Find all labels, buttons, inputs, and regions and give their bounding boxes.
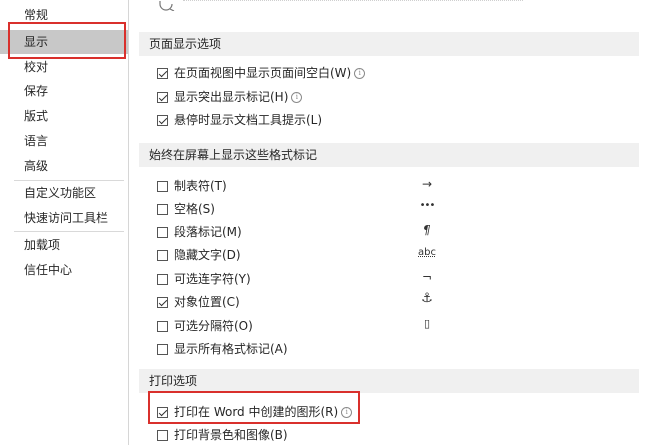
checkbox-unchecked[interactable] bbox=[157, 181, 168, 192]
option-object-anchors[interactable]: 对象位置(C) bbox=[157, 293, 240, 311]
option-label: 可选连字符(Y) bbox=[174, 272, 251, 286]
sidebar-item-label: 加载项 bbox=[24, 238, 61, 252]
sidebar-item-language[interactable]: 语言 bbox=[0, 129, 128, 153]
checkbox-checked[interactable] bbox=[157, 68, 168, 79]
sidebar-item-label: 常规 bbox=[24, 8, 49, 22]
info-icon[interactable]: i bbox=[291, 92, 303, 103]
sidebar-item-save[interactable]: 保存 bbox=[0, 79, 128, 103]
section-header-formatting-marks: 始终在屏幕上显示这些格式标记 bbox=[139, 143, 650, 167]
section-header-print: 打印选项 bbox=[139, 369, 650, 393]
section-header-page-display: 页面显示选项 bbox=[139, 32, 650, 56]
checkbox-checked[interactable] bbox=[157, 92, 168, 103]
section-title: 页面显示选项 bbox=[149, 37, 222, 51]
section-title: 打印选项 bbox=[149, 374, 198, 388]
clipped-row-residue bbox=[182, 0, 523, 4]
checkbox-unchecked[interactable] bbox=[157, 344, 168, 355]
option-spaces[interactable]: 空格(S) bbox=[157, 200, 215, 218]
option-label: 显示突出显示标记(H) bbox=[174, 90, 289, 104]
option-show-highlighter-marks[interactable]: 显示突出显示标记(H) i bbox=[157, 88, 303, 106]
option-paragraph-marks[interactable]: 段落标记(M) bbox=[157, 223, 242, 241]
sidebar-item-advanced[interactable]: 高级 bbox=[0, 154, 128, 178]
sidebar-item-customize-ribbon[interactable]: 自定义功能区 bbox=[0, 181, 128, 205]
option-show-whitespace[interactable]: 在页面视图中显示页面间空白(W) i bbox=[157, 64, 366, 82]
option-optional-hyphens[interactable]: 可选连字符(Y) bbox=[157, 270, 251, 288]
option-label: 打印背景色和图像(B) bbox=[174, 428, 288, 442]
options-main-panel: 页面显示选项 在页面视图中显示页面间空白(W) i 显示突出显示标记(H) i 悬停… bbox=[129, 0, 650, 445]
sidebar-item-label: 信任中心 bbox=[24, 263, 73, 277]
checkbox-unchecked[interactable] bbox=[157, 227, 168, 238]
highlight-box-print-drawings bbox=[148, 391, 360, 424]
sidebar-item-label: 校对 bbox=[24, 60, 49, 74]
checkbox-unchecked[interactable] bbox=[157, 430, 168, 441]
paragraph-mark-icon: ¶ bbox=[423, 223, 431, 237]
option-hidden-text[interactable]: 隐藏文字(D) bbox=[157, 246, 241, 264]
checkbox-unchecked[interactable] bbox=[157, 250, 168, 261]
option-label: 显示所有格式标记(A) bbox=[174, 342, 288, 356]
sidebar-item-label: 自定义功能区 bbox=[24, 186, 97, 200]
option-label: 制表符(T) bbox=[174, 179, 227, 193]
checkbox-unchecked[interactable] bbox=[157, 321, 168, 332]
section-title: 始终在屏幕上显示这些格式标记 bbox=[149, 148, 318, 162]
option-label: 段落标记(M) bbox=[174, 225, 242, 239]
scroll-track[interactable] bbox=[639, 0, 650, 445]
sidebar-item-layout[interactable]: 版式 bbox=[0, 104, 128, 128]
anchor-icon: ⚓ bbox=[421, 291, 433, 306]
checkbox-checked[interactable] bbox=[157, 297, 168, 308]
magnifier-icon bbox=[159, 1, 175, 12]
highlight-box-display bbox=[8, 22, 126, 59]
option-label: 空格(S) bbox=[174, 202, 215, 216]
sidebar-divider bbox=[14, 231, 124, 232]
top-option-row-partial bbox=[159, 0, 539, 12]
tab-arrow-icon: → bbox=[421, 177, 433, 191]
option-label: 悬停时显示文档工具提示(L) bbox=[174, 113, 323, 127]
option-label: 在页面视图中显示页面间空白(W) bbox=[174, 66, 352, 80]
sidebar-item-label: 语言 bbox=[24, 134, 49, 148]
option-optional-breaks[interactable]: 可选分隔符(O) bbox=[157, 317, 253, 335]
info-icon[interactable]: i bbox=[354, 68, 366, 79]
sidebar-item-label: 保存 bbox=[24, 84, 49, 98]
optional-break-icon: ▯ bbox=[423, 317, 431, 330]
option-label: 隐藏文字(D) bbox=[174, 248, 241, 262]
sidebar-item-trust-center[interactable]: 信任中心 bbox=[0, 258, 128, 282]
space-dots-icon: ••• bbox=[419, 200, 436, 211]
option-tab-characters[interactable]: 制表符(T) bbox=[157, 177, 227, 195]
option-show-all-formatting-marks[interactable]: 显示所有格式标记(A) bbox=[157, 340, 288, 358]
option-show-document-tooltips[interactable]: 悬停时显示文档工具提示(L) bbox=[157, 111, 322, 129]
checkbox-unchecked[interactable] bbox=[157, 274, 168, 285]
sidebar-item-add-ins[interactable]: 加载项 bbox=[0, 233, 128, 257]
sidebar-item-label: 快速访问工具栏 bbox=[24, 211, 109, 225]
sidebar-item-label: 高级 bbox=[24, 159, 49, 173]
sidebar-item-label: 版式 bbox=[24, 109, 49, 123]
option-label: 对象位置(C) bbox=[174, 295, 240, 309]
checkbox-unchecked[interactable] bbox=[157, 204, 168, 215]
hidden-text-icon: abc bbox=[418, 247, 436, 258]
option-print-background[interactable]: 打印背景色和图像(B) bbox=[157, 426, 288, 444]
optional-hyphen-icon: ¬ bbox=[421, 270, 433, 284]
options-sidebar: 常规 显示 校对 保存 版式 语言 高级 自定义功能区 快速访问工具栏 加载项 … bbox=[0, 0, 129, 445]
checkbox-checked[interactable] bbox=[157, 115, 168, 126]
option-label: 可选分隔符(O) bbox=[174, 319, 253, 333]
sidebar-item-quick-access-toolbar[interactable]: 快速访问工具栏 bbox=[0, 206, 128, 230]
